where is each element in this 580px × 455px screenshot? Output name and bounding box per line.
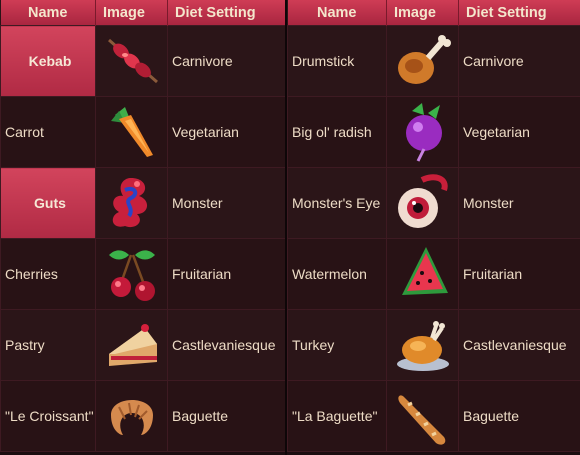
row-diet: Fruitarian: [167, 238, 286, 310]
table-row: Kebab Carnivore: [0, 25, 286, 97]
diet-settings-tables: Name Image Diet Setting Kebab Carnivore: [0, 0, 580, 455]
croissant-icon: [95, 380, 168, 452]
table-row: Drumstick Carnivore: [287, 25, 580, 97]
row-name: Cherries: [0, 238, 96, 310]
table-row: Pastry Castlevaniesque: [0, 309, 286, 381]
table-row: Turkey Castlevaniesque: [287, 309, 580, 381]
column-header-diet: Diet Setting: [167, 0, 286, 26]
table-row: "La Baguette" Baguette: [287, 380, 580, 452]
table-row: Big ol' radish Vegetarian: [287, 96, 580, 168]
turkey-icon: [386, 309, 459, 381]
table-row: Monster's Eye Monster: [287, 167, 580, 239]
row-name: "Le Croissant": [0, 380, 96, 452]
column-header-image: Image: [95, 0, 168, 26]
row-name: Pastry: [0, 309, 96, 381]
row-name: Carrot: [0, 96, 96, 168]
row-diet: Carnivore: [167, 25, 286, 97]
eyeball-icon: [386, 167, 459, 239]
row-diet: Vegetarian: [167, 96, 286, 168]
pastry-icon: [95, 309, 168, 381]
guts-icon: [95, 167, 168, 239]
table-row: Cherries Fruitarian: [0, 238, 286, 310]
row-name: Big ol' radish: [287, 96, 387, 168]
row-name: Watermelon: [287, 238, 387, 310]
right-table: Name Image Diet Setting Drumstick Carniv…: [287, 0, 580, 452]
table-row: "Le Croissant" Baguette: [0, 380, 286, 452]
drumstick-icon: [386, 25, 459, 97]
row-diet: Carnivore: [458, 25, 580, 97]
row-name: Drumstick: [287, 25, 387, 97]
cherries-icon: [95, 238, 168, 310]
row-diet: Fruitarian: [458, 238, 580, 310]
left-table-header: Name Image Diet Setting: [0, 0, 286, 26]
row-name: Monster's Eye: [287, 167, 387, 239]
row-diet: Baguette: [167, 380, 286, 452]
kebab-icon: [95, 25, 168, 97]
row-diet: Baguette: [458, 380, 580, 452]
row-diet: Monster: [458, 167, 580, 239]
row-name: Turkey: [287, 309, 387, 381]
row-name: Kebab: [0, 25, 96, 97]
column-header-name: Name: [287, 0, 387, 26]
table-row: Guts Monster: [0, 167, 286, 239]
carrot-icon: [95, 96, 168, 168]
column-header-diet: Diet Setting: [458, 0, 580, 26]
left-table: Name Image Diet Setting Kebab Carnivore: [0, 0, 286, 452]
column-header-image: Image: [386, 0, 459, 26]
radish-icon: [386, 96, 459, 168]
table-row: Carrot Vegetarian: [0, 96, 286, 168]
row-name: "La Baguette": [287, 380, 387, 452]
right-table-header: Name Image Diet Setting: [287, 0, 580, 26]
row-diet: Castlevaniesque: [167, 309, 286, 381]
baguette-icon: [386, 380, 459, 452]
column-header-name: Name: [0, 0, 96, 26]
row-name: Guts: [0, 167, 96, 239]
row-diet: Vegetarian: [458, 96, 580, 168]
row-diet: Castlevaniesque: [458, 309, 580, 381]
watermelon-icon: [386, 238, 459, 310]
table-row: Watermelon Fruitarian: [287, 238, 580, 310]
row-diet: Monster: [167, 167, 286, 239]
